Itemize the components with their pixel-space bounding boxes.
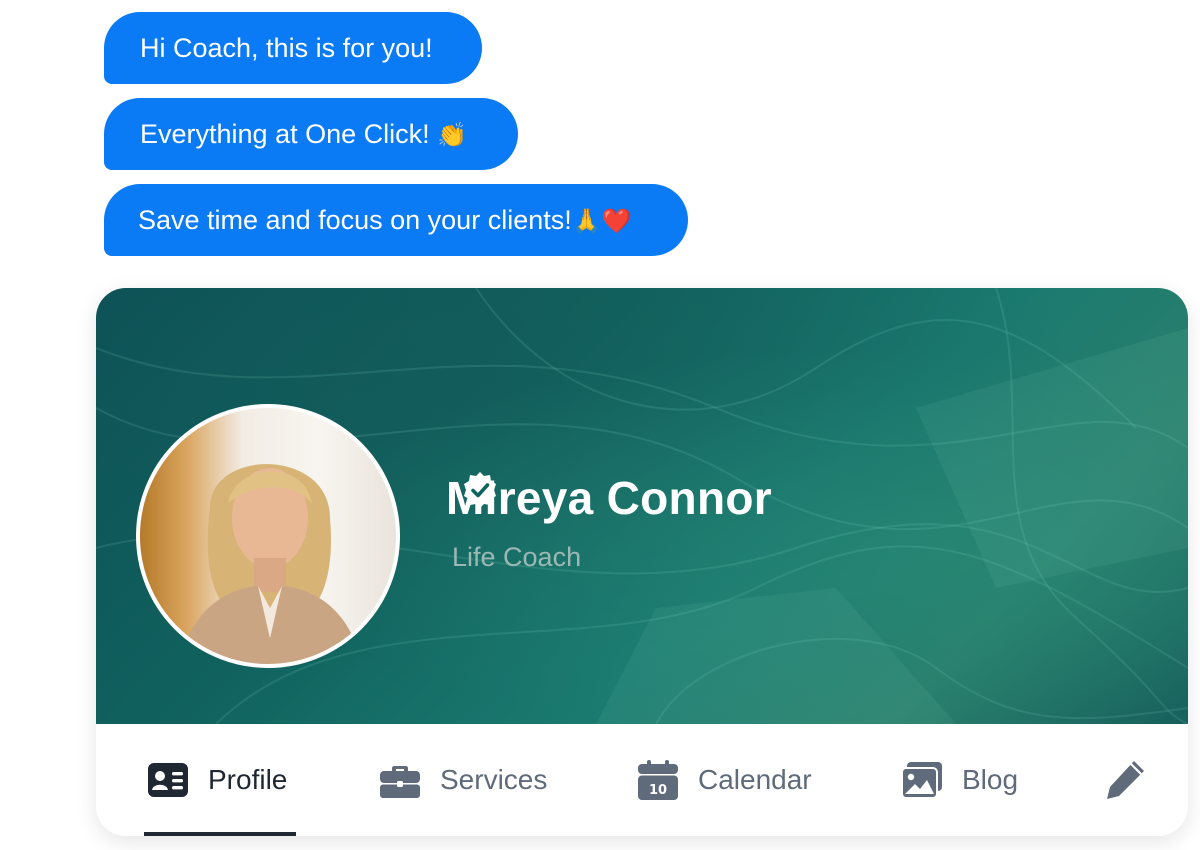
tab-label: Services <box>440 764 548 795</box>
calendar-icon-number: 10 <box>649 783 667 798</box>
image-icon <box>902 762 942 798</box>
message-text: Save time and focus on your clients! <box>138 205 572 235</box>
chat-screen: Hi Coach, this is for you! Everything at… <box>0 0 1200 850</box>
pencil-icon <box>1107 761 1144 799</box>
tab-services[interactable]: Services <box>380 724 547 836</box>
profile-card[interactable]: Mireya Connor Life Coach Profile Service… <box>96 288 1188 836</box>
tab-calendar[interactable]: 10 Calendar <box>638 724 812 836</box>
message-text: Hi Coach, this is for you! <box>140 33 433 63</box>
profile-title: Life Coach <box>452 542 582 572</box>
id-card-icon <box>148 763 188 797</box>
clapping-hands-emoji: 👏 <box>437 121 468 149</box>
tab-blog[interactable]: Blog <box>902 724 1018 836</box>
message-bubble: Save time and focus on your clients!🙏❤️ <box>104 184 688 256</box>
avatar-portrait <box>180 464 362 664</box>
briefcase-icon <box>380 766 420 798</box>
avatar[interactable] <box>136 404 400 668</box>
message-bubble: Hi Coach, this is for you! <box>104 12 482 84</box>
verified-badge-icon <box>464 472 496 508</box>
profile-name-row: Mireya Connor <box>446 470 772 526</box>
active-tab-indicator <box>144 832 296 836</box>
message-bubble: Everything at One Click! 👏 <box>104 98 518 170</box>
tab-label: Calendar <box>698 764 812 795</box>
tab-profile[interactable]: Profile <box>148 724 287 836</box>
tab-label: Profile <box>208 764 288 795</box>
cover-image: Mireya Connor Life Coach <box>96 288 1188 724</box>
tab-label: Blog <box>962 764 1019 795</box>
edit-button[interactable] <box>1104 724 1166 836</box>
message-text: Everything at One Click! <box>140 119 430 149</box>
profile-tabs: Profile Services 10 Calendar Blog <box>96 724 1188 836</box>
praying-hands-heart-emoji: 🙏❤️ <box>571 207 632 235</box>
calendar-icon: 10 <box>638 760 678 800</box>
